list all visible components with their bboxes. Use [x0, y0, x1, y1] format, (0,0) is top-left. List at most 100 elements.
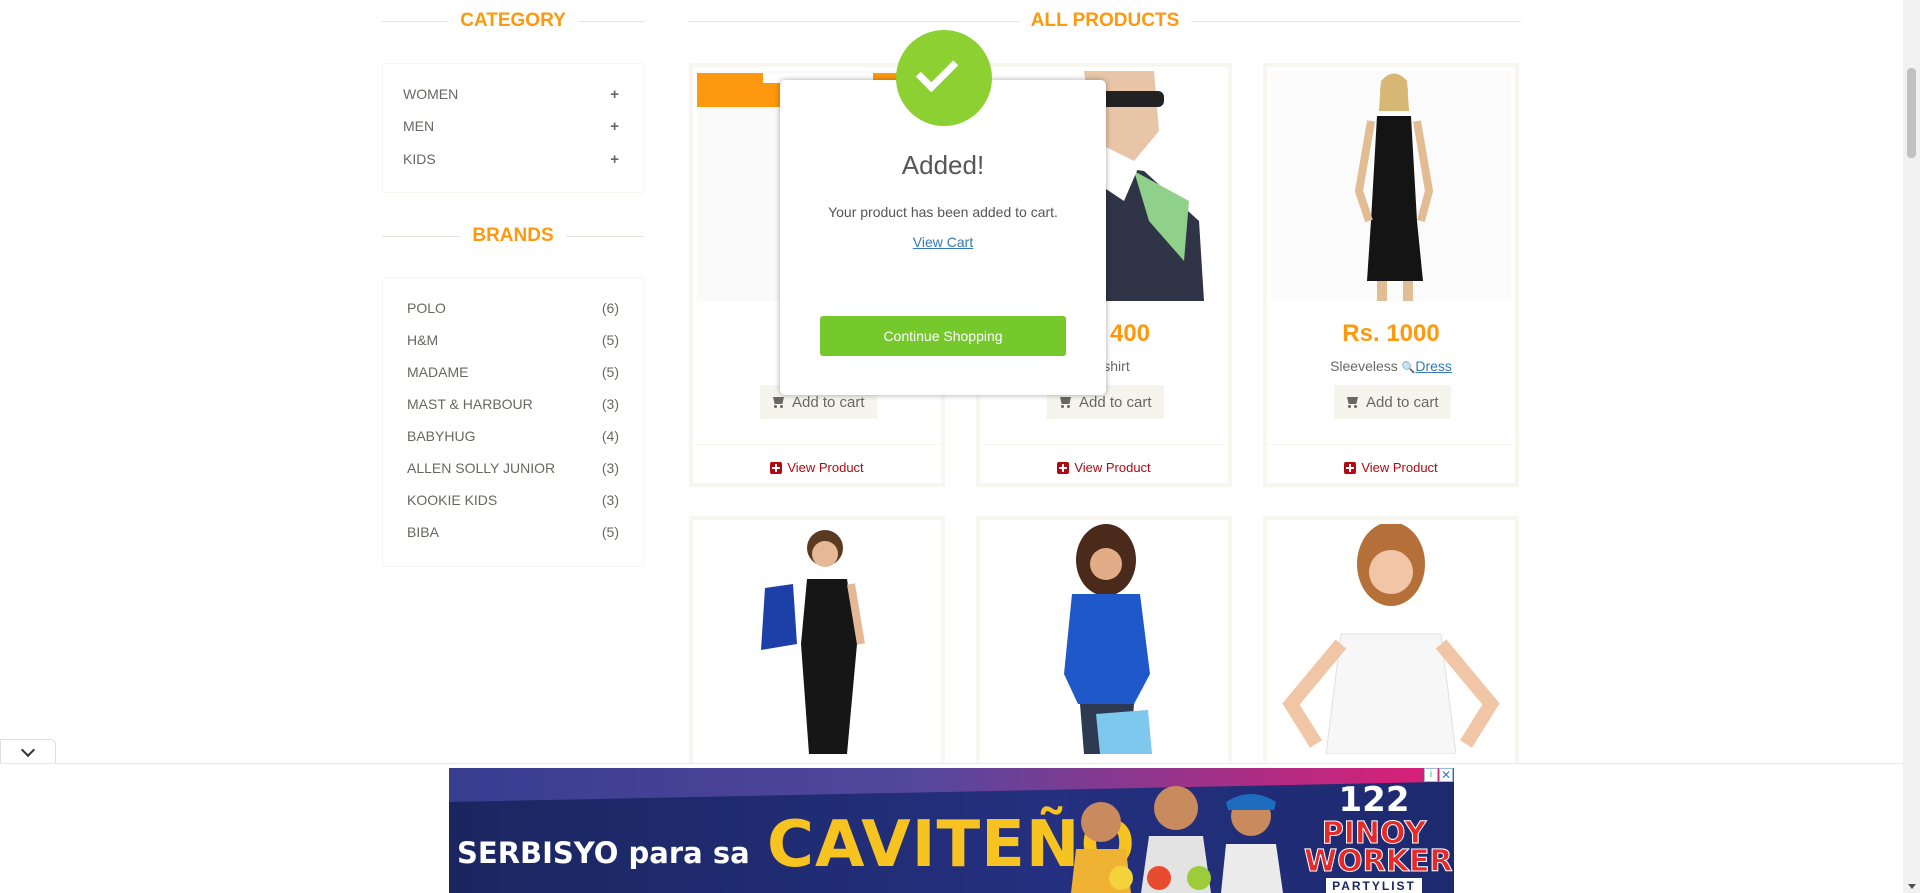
card-divider: [980, 444, 1228, 445]
banner-ad[interactable]: SERBISYO para sa CAVITEÑO 122 PINOY WORK…: [449, 768, 1454, 893]
brand-label: H&M: [407, 332, 439, 348]
scrollbar-thumb[interactable]: [1907, 68, 1916, 158]
magnifier-icon: 🔍: [1401, 362, 1416, 374]
checkmark: [915, 49, 959, 93]
divider-line: [689, 20, 1019, 22]
product-image: [697, 524, 937, 754]
view-product-link[interactable]: View Product: [693, 460, 941, 475]
card-divider: [1267, 444, 1515, 445]
product-photo-dress: [1271, 71, 1511, 301]
all-products-title: ALL PRODUCTS: [1030, 10, 1180, 31]
continue-shopping-button[interactable]: Continue Shopping: [820, 316, 1066, 356]
product-photo-black-dress: [697, 524, 937, 754]
divider-line: [382, 235, 461, 237]
plus-square-icon: [1057, 461, 1070, 474]
brand-item-allen-solly-junior[interactable]: ALLEN SOLLY JUNIOR (3): [407, 460, 619, 476]
brand-item-madame[interactable]: MADAME (5): [407, 364, 619, 380]
view-cart-link[interactable]: View Cart: [780, 234, 1106, 250]
category-label: KIDS: [403, 151, 436, 167]
brand-count: (5): [601, 332, 619, 348]
product-name-link[interactable]: Dress: [1415, 358, 1452, 374]
brand-label: BIBA: [407, 524, 439, 540]
modal-message: Your product has been added to cart.: [828, 204, 1058, 220]
product-card: [976, 516, 1232, 776]
brand-item-hm[interactable]: H&M (5): [407, 332, 619, 348]
brand-label: MADAME: [407, 364, 469, 380]
chevron-down-icon[interactable]: [20, 742, 36, 758]
product-price: Rs. 1000: [1342, 320, 1440, 347]
category-item-women[interactable]: WOMEN +: [403, 86, 619, 103]
brand-count: (3): [601, 396, 619, 412]
product-photo-blue-top: [984, 524, 1224, 754]
brands-title-row: BRANDS: [382, 225, 644, 247]
brand-label: BABYHUG: [407, 428, 476, 444]
brand-label: KOOKIE KIDS: [407, 492, 498, 508]
ad-close-icon[interactable]: ✕: [1439, 768, 1453, 782]
add-to-cart-label: Add to cart: [792, 393, 865, 411]
brand-count: (5): [601, 524, 619, 540]
shopping-cart-icon: [1059, 396, 1073, 408]
success-check-icon: [896, 30, 992, 126]
brand-label: MAST & HARBOUR: [407, 396, 533, 412]
ad-text-left: SERBISYO para sa: [457, 836, 750, 870]
category-item-men[interactable]: MEN +: [403, 118, 619, 135]
product-card: Rs. 1000 Sleeveless 🔍Dress Add to cart V…: [1263, 63, 1519, 487]
product-image: [1271, 71, 1511, 301]
brand-count: (3): [601, 492, 619, 508]
brand-item-babyhug[interactable]: BABYHUG (4): [407, 428, 619, 444]
product-photo-white-tshirt: [1271, 524, 1511, 754]
ad-logo-number: 122: [1338, 780, 1410, 820]
brand-count: (6): [601, 300, 619, 316]
divider-line: [1191, 20, 1522, 22]
modal-title: Added!: [901, 150, 985, 180]
category-panel: WOMEN + MEN + KIDS +: [382, 63, 644, 193]
ad-collapse-tab[interactable]: [0, 739, 56, 763]
brand-item-kookie-kids[interactable]: KOOKIE KIDS (3): [407, 492, 619, 508]
category-title: CATEGORY: [460, 10, 566, 31]
ad-logo: 122 PINOY WORKERS PARTYLIST: [1304, 780, 1454, 893]
card-divider: [693, 444, 941, 445]
view-product-label: View Product: [1074, 460, 1151, 475]
brands-panel: POLO (6) H&M (5) MADAME (5) MAST & HARBOUR (…: [382, 277, 644, 567]
category-item-kids[interactable]: KIDS +: [403, 151, 619, 168]
page-scrollbar[interactable]: [1903, 0, 1920, 893]
ad-logo-line3: PARTYLIST: [1326, 878, 1422, 893]
product-image: [984, 524, 1224, 754]
brand-item-biba[interactable]: BIBA (5): [407, 524, 619, 540]
ad-info-icon[interactable]: i: [1424, 768, 1438, 782]
product-name-text: Sleeveless: [1330, 358, 1398, 374]
shopping-cart-icon: [1346, 396, 1360, 408]
brand-count: (4): [601, 428, 619, 444]
product-card: [1263, 516, 1519, 776]
category-label: WOMEN: [403, 86, 459, 102]
view-product-link[interactable]: View Product: [980, 460, 1228, 475]
brand-label: ALLEN SOLLY JUNIOR: [407, 460, 556, 476]
added-to-cart-modal: Added! Your product has been added to ca…: [780, 80, 1106, 395]
plus-square-icon: [770, 461, 783, 474]
plus-icon[interactable]: +: [610, 118, 619, 135]
view-product-link[interactable]: View Product: [1267, 460, 1515, 475]
scroll-down-arrow-icon[interactable]: [1908, 884, 1916, 889]
add-to-cart-label: Add to cart: [1079, 393, 1152, 411]
plus-icon[interactable]: +: [610, 86, 619, 103]
brands-title: BRANDS: [472, 225, 554, 246]
brand-item-polo[interactable]: POLO (6): [407, 300, 619, 316]
product-image: [1271, 524, 1511, 754]
view-product-label: View Product: [1361, 460, 1438, 475]
divider-line: [382, 20, 449, 22]
plus-square-icon: [1344, 461, 1357, 474]
all-products-title-row: ALL PRODUCTS: [689, 10, 1522, 32]
brand-item-mast-harbour[interactable]: MAST & HARBOUR (3): [407, 396, 619, 412]
brand-label: POLO: [407, 300, 446, 316]
plus-icon[interactable]: +: [610, 151, 619, 168]
brand-count: (3): [601, 460, 619, 476]
category-title-row: CATEGORY: [382, 10, 644, 32]
add-to-cart-label: Add to cart: [1366, 393, 1439, 411]
ad-people-image: [1071, 786, 1283, 893]
brand-count: (5): [601, 364, 619, 380]
view-product-label: View Product: [787, 460, 864, 475]
product-card: [689, 516, 945, 776]
category-label: MEN: [403, 118, 435, 134]
add-to-cart-button[interactable]: Add to cart: [1334, 385, 1451, 419]
shopping-cart-icon: [772, 396, 786, 408]
